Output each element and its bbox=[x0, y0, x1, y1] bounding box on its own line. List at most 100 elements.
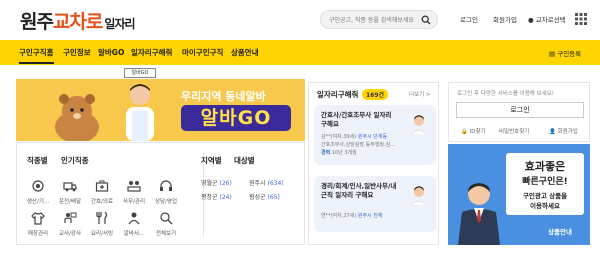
category-view-all[interactable]: 전체보기 bbox=[151, 211, 181, 237]
job-seeker-panel: 일자리구해줘 169건 더보기 > 간호사/간호조무사 일자리 구해요 김**(… bbox=[308, 82, 439, 245]
category-label: 간호/의료 bbox=[90, 199, 114, 205]
region-count: (24) bbox=[219, 194, 232, 201]
card-title: 경리/회계/인사,일반사무/내근직 일자리 구해요 bbox=[321, 182, 397, 199]
grid-menu-icon[interactable] bbox=[575, 13, 587, 25]
nav-my-page[interactable]: 마이구인구직 bbox=[182, 47, 223, 58]
truck-icon bbox=[63, 182, 77, 192]
job-seeker-card[interactable]: 경리/회계/인사,일반사무/내근직 일자리 구해요 연**(여자,27세) 원주… bbox=[314, 176, 436, 232]
category-sales[interactable]: 상담/영업 bbox=[151, 179, 181, 205]
ad-product-link[interactable]: 상품안내 bbox=[548, 226, 572, 236]
region-item[interactable]: 평창군 (24) bbox=[201, 192, 232, 201]
signup-link[interactable]: 회원가입 bbox=[493, 14, 517, 24]
region-name: 영월군 bbox=[201, 180, 218, 187]
region-item[interactable]: 횡성군 (65) bbox=[249, 192, 280, 201]
pin-icon: ● bbox=[528, 16, 534, 24]
signup-link-panel[interactable]: 👤 회원가입 bbox=[549, 127, 578, 135]
find-id-label: ID찾기 bbox=[469, 129, 486, 135]
category-label: 전체보기 bbox=[155, 231, 177, 237]
page: 원주교차로일자리 로그인 회원가입 ● 교차로선택 구인구직홈 구인정보 알바G… bbox=[0, 0, 600, 275]
lock-icon: 🔒 bbox=[461, 129, 468, 135]
person-age: (여자,39세) bbox=[330, 134, 357, 140]
find-id-link[interactable]: 🔒 ID찾기 bbox=[461, 127, 486, 135]
shirt-icon bbox=[31, 212, 45, 225]
region-name: 평창군 bbox=[201, 194, 218, 201]
card-person: 김**(여자,39세) 원주시 단계동 bbox=[321, 133, 387, 140]
career-label: 경력 bbox=[321, 150, 331, 156]
logo-sub: 일자리 bbox=[104, 17, 135, 31]
more-link[interactable]: 더보기 > bbox=[409, 90, 431, 98]
region-count: (26) bbox=[219, 180, 232, 187]
teacher-icon bbox=[64, 212, 77, 223]
person-name: 연** bbox=[321, 213, 331, 219]
category-label: 요리/서빙 bbox=[90, 231, 114, 237]
logo-accent: 교차로 bbox=[52, 11, 103, 33]
panel-title: 일자리구해줘 bbox=[317, 90, 359, 99]
bear-mascot-illustration bbox=[55, 94, 99, 141]
signup-label: 회원가입 bbox=[557, 129, 578, 135]
region-select-link[interactable]: ● 교차로선택 bbox=[528, 14, 566, 24]
search-icon[interactable] bbox=[421, 15, 431, 25]
ad-message-box: 효과좋은 빠른구인은! 구인광고 상품을 이용하세요 bbox=[506, 153, 584, 215]
person-name: 김** bbox=[321, 134, 331, 140]
login-link[interactable]: 로그인 bbox=[460, 14, 478, 24]
tab-by-region[interactable]: 지역별 bbox=[201, 155, 222, 166]
job-seeker-card[interactable]: 간호사/간호조무사 일자리 구해요 김**(여자,39세) 원주시 단계동 간호… bbox=[314, 105, 436, 165]
nav-albago[interactable]: 알바GO bbox=[98, 47, 124, 58]
person-age: (여자,27세) bbox=[330, 213, 357, 219]
category-label: 운전/배달 bbox=[58, 199, 82, 205]
banner-headline: 우리지역 동네알바 bbox=[181, 90, 266, 103]
worker-icon bbox=[128, 212, 140, 225]
region-count: (65) bbox=[267, 194, 280, 201]
category-teacher[interactable]: 교사/강사 bbox=[55, 211, 85, 237]
post-job-label: 구인등록 bbox=[557, 50, 582, 58]
find-password-link[interactable]: 비밀번호찾기 bbox=[499, 127, 529, 135]
card-career: 경력 10년 3개월 bbox=[321, 149, 357, 156]
career-value: 10년 3개월 bbox=[331, 150, 357, 156]
site-logo[interactable]: 원주교차로 일자리 bbox=[20, 7, 136, 34]
region-item[interactable]: 원주시 (634) bbox=[249, 178, 284, 187]
nav-products[interactable]: 상품안내 bbox=[231, 47, 259, 58]
category-delivery[interactable]: 운전/배달 bbox=[55, 179, 85, 205]
card-title: 간호사/간호조무사 일자리 구해요 bbox=[321, 111, 392, 128]
nav-job-info[interactable]: 구인정보 bbox=[63, 47, 91, 58]
category-production[interactable]: 생산/기... bbox=[23, 179, 53, 205]
nav-find-job[interactable]: 일자리구해줘 bbox=[131, 47, 172, 58]
albago-banner[interactable]: 우리지역 동네알바 알바GO bbox=[16, 79, 305, 141]
category-office[interactable]: 사무/관리 bbox=[119, 179, 149, 205]
region-name: 원주시 bbox=[249, 180, 266, 187]
main-nav: 구인구직홈 구인정보 알바GO 일자리구해줘 마이구인구직 상품안내 ▤ 구인등… bbox=[0, 40, 600, 88]
category-medical[interactable]: 간호/의료 bbox=[87, 179, 117, 205]
region-name: 횡성군 bbox=[249, 194, 266, 201]
search-box bbox=[320, 10, 438, 29]
category-parttime[interactable]: 알바서... bbox=[119, 211, 149, 237]
card-detail: 간호조무사,상담실장,동무행정,심... bbox=[321, 142, 395, 148]
login-message: 로그인 후 다양한 서비스를 이용해 보세요! bbox=[457, 91, 554, 97]
document-icon: ▤ bbox=[549, 50, 556, 58]
person-location: 원주시 단계동 bbox=[357, 134, 388, 140]
region-count: (634) bbox=[267, 180, 284, 187]
nav-home[interactable]: 구인구직홈 bbox=[19, 47, 54, 64]
banner-brand: 알바GO bbox=[181, 105, 291, 131]
login-panel: 로그인 후 다양한 서비스를 이용해 보세요! 로그인 🔒 ID찾기 비밀번호찾… bbox=[448, 82, 590, 142]
category-cooking[interactable]: 요리/서빙 bbox=[87, 211, 117, 237]
post-job-button[interactable]: ▤ 구인등록 bbox=[549, 48, 581, 58]
card-person: 연**(여자,27세) 원주시 전체 bbox=[321, 212, 382, 219]
header: 원주교차로일자리 로그인 회원가입 ● 교차로선택 bbox=[0, 0, 600, 40]
avatar bbox=[410, 186, 428, 206]
medical-kit-icon bbox=[95, 180, 109, 192]
businessman-illustration bbox=[458, 183, 500, 245]
tab-by-target[interactable]: 대상별 bbox=[234, 155, 255, 166]
login-button[interactable]: 로그인 bbox=[456, 102, 584, 118]
user-icon: 👤 bbox=[549, 129, 556, 135]
category-label: 교사/강사 bbox=[58, 231, 82, 237]
tab-by-occupation[interactable]: 직종별 bbox=[27, 155, 48, 166]
product-ad-banner[interactable]: 효과좋은 빠른구인은! 구인광고 상품을 이용하세요 상품안내 bbox=[448, 144, 590, 245]
tab-popular-jobs[interactable]: 인기직종 bbox=[61, 155, 89, 166]
utensils-icon bbox=[96, 211, 108, 224]
search-icon bbox=[160, 212, 173, 225]
search-input[interactable] bbox=[329, 14, 425, 26]
ad-line-2: 빠른구인은! bbox=[522, 177, 568, 187]
region-select-label: 교차로선택 bbox=[535, 16, 566, 24]
region-item[interactable]: 영월군 (26) bbox=[201, 178, 232, 187]
category-store[interactable]: 매장관리 bbox=[23, 211, 53, 237]
